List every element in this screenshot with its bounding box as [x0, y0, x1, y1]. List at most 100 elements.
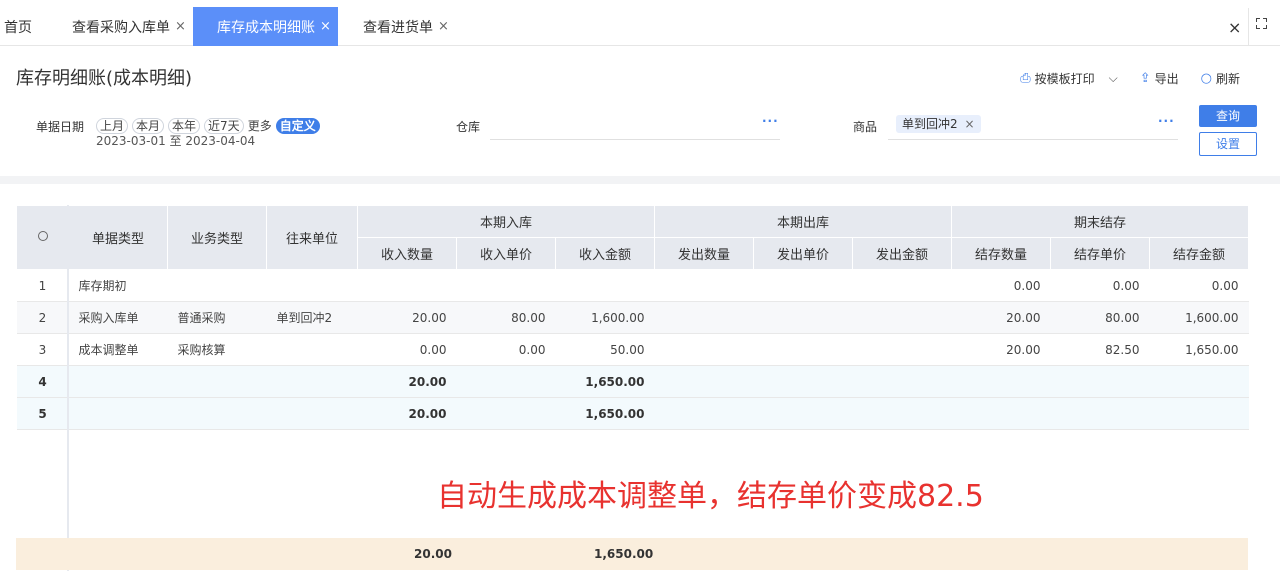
cell-out-qty: [654, 269, 754, 302]
cell-end-price: [1050, 397, 1150, 430]
date-range[interactable]: 2023-03-01 至 2023-04-04: [96, 132, 255, 149]
header-out-qty: 发出数量: [654, 237, 754, 270]
header-in-price: 收入单价: [456, 237, 556, 270]
print-template-button[interactable]: ⎙ 按模板打印 ⌵: [1020, 70, 1118, 87]
date-label: 单据日期: [36, 120, 85, 134]
cell-in-qty: 0.00: [357, 333, 457, 366]
cell-idx: 4: [16, 365, 69, 398]
cell-biz-type: [167, 269, 267, 302]
settings-button[interactable]: 设置: [1199, 132, 1257, 156]
warehouse-more-icon[interactable]: ···: [762, 114, 779, 128]
query-button[interactable]: 查询: [1199, 105, 1257, 127]
header-actions: ⎙ 按模板打印 ⌵ ⇪ 导出 ○ 刷新: [998, 70, 1240, 87]
table-row[interactable]: 3 成本调整单 采购核算 0.00 0.00 50.00 20.00 82.50 1,650.0…: [16, 333, 1249, 366]
refresh-icon: ○: [1200, 71, 1212, 86]
divider: [67, 205, 69, 571]
table-row[interactable]: 4 20.00 1,650.00: [16, 365, 1249, 398]
cell-end-qty: [951, 365, 1051, 398]
export-button[interactable]: ⇪ 导出: [1140, 70, 1179, 87]
cell-out-amt: [852, 301, 952, 334]
tab-bar: 首页 查看采购入库单 × 库存成本明细账 × 查看进货单 × ×: [0, 0, 1280, 46]
product-more-icon[interactable]: ···: [1158, 114, 1175, 128]
date-custom[interactable]: 自定义: [275, 117, 320, 134]
cell-in-amt: 50.00: [555, 333, 655, 366]
refresh-button[interactable]: ○ 刷新: [1201, 70, 1240, 87]
header-out-group: 本期出库: [654, 205, 952, 238]
ledger-panel: 单据类型 业务类型 往来单位 本期入库 本期出库 期末结存 收入数量 收入单价 …: [0, 184, 1280, 571]
cell-in-qty: 20.00: [357, 365, 457, 398]
tab-view-purchase-receipt[interactable]: 查看采购入库单 ×: [72, 7, 186, 46]
close-icon[interactable]: ×: [320, 19, 331, 34]
cell-end-qty: [951, 397, 1051, 430]
header-in-group: 本期入库: [357, 205, 655, 238]
cell-out-price: [753, 301, 853, 334]
close-icon[interactable]: ×: [175, 19, 186, 34]
page-title: 库存明细账(成本明细): [16, 68, 193, 89]
close-all-tabs-icon[interactable]: ×: [1228, 18, 1241, 37]
header-end-qty: 结存数量: [951, 237, 1051, 270]
product-label: 商品: [853, 120, 878, 134]
fullscreen-icon[interactable]: [1256, 18, 1267, 29]
close-icon[interactable]: ×: [438, 19, 449, 34]
column-settings-cell[interactable]: [16, 205, 69, 270]
print-label: 按模板打印: [1034, 72, 1095, 86]
cell-doc-type: 成本调整单: [68, 333, 168, 366]
table-footer-total: 20.00 1,650.00: [16, 538, 1248, 570]
cell-doc-type: [68, 365, 168, 398]
cell-doc-type: [68, 397, 168, 430]
chevron-down-icon[interactable]: ⌵: [1109, 71, 1118, 86]
cell-idx: 2: [16, 301, 69, 334]
cell-doc-type: 采购入库单: [68, 301, 168, 334]
cell-in-qty: 20.00: [357, 397, 457, 430]
ledger-table: 单据类型 业务类型 往来单位 本期入库 本期出库 期末结存 收入数量 收入单价 …: [16, 205, 1249, 430]
cell-end-amt: [1149, 397, 1249, 430]
product-tag[interactable]: 单到回冲2 ×: [896, 115, 981, 133]
cell-out-qty: [654, 301, 754, 334]
cell-in-amt: 1,600.00: [555, 301, 655, 334]
cell-in-price: 0.00: [456, 333, 556, 366]
tab-inventory-cost-ledger[interactable]: 库存成本明细账 ×: [193, 7, 338, 46]
warehouse-field[interactable]: [490, 139, 780, 140]
product-field[interactable]: [888, 139, 1178, 140]
cell-biz-type: [167, 365, 267, 398]
tab-home[interactable]: 首页: [4, 7, 32, 46]
header-in-qty: 收入数量: [357, 237, 457, 270]
refresh-label: 刷新: [1215, 72, 1240, 86]
close-icon[interactable]: ×: [964, 117, 974, 131]
cell-partner: [266, 365, 358, 398]
cell-in-price: [456, 397, 556, 430]
cell-end-price: 80.00: [1050, 301, 1150, 334]
cell-out-price: [753, 397, 853, 430]
header-in-amount: 收入金额: [555, 237, 655, 270]
cell-out-qty: [654, 397, 754, 430]
cell-in-amt: [555, 269, 655, 302]
cell-in-amt: 1,650.00: [555, 365, 655, 398]
cell-out-qty: [654, 365, 754, 398]
cell-end-price: 0.00: [1050, 269, 1150, 302]
export-icon: ⇪: [1139, 71, 1151, 86]
cell-biz-type: [167, 397, 267, 430]
divider: [1248, 8, 1249, 46]
cell-out-amt: [852, 397, 952, 430]
tab-label: 首页: [4, 19, 32, 36]
gear-icon[interactable]: [37, 231, 48, 241]
footer-in-amount: 1,650.00: [594, 547, 654, 561]
cell-in-price: [456, 365, 556, 398]
cell-end-amt: [1149, 365, 1249, 398]
warehouse-label: 仓库: [456, 120, 481, 134]
tab-label: 查看进货单: [363, 19, 433, 36]
table-row[interactable]: 5 20.00 1,650.00: [16, 397, 1249, 430]
tab-view-purchase-order[interactable]: 查看进货单 ×: [363, 7, 449, 46]
cell-out-amt: [852, 333, 952, 366]
table-row[interactable]: 1 库存期初 0.00 0.00 0.00: [16, 269, 1249, 302]
cell-out-price: [753, 333, 853, 366]
cell-out-amt: [852, 269, 952, 302]
header-doc-type: 单据类型: [68, 205, 168, 270]
cell-in-amt: 1,650.00: [555, 397, 655, 430]
cell-in-qty: [357, 269, 457, 302]
cell-end-amt: 0.00: [1149, 269, 1249, 302]
cell-end-price: [1050, 365, 1150, 398]
header-biz-type: 业务类型: [167, 205, 267, 270]
annotation-text: 自动生成成本调整单，结存单价变成82.5: [437, 479, 984, 514]
table-row[interactable]: 2 采购入库单 普通采购 单到回冲2 20.00 80.00 1,600.00 20.00 80…: [16, 301, 1249, 334]
